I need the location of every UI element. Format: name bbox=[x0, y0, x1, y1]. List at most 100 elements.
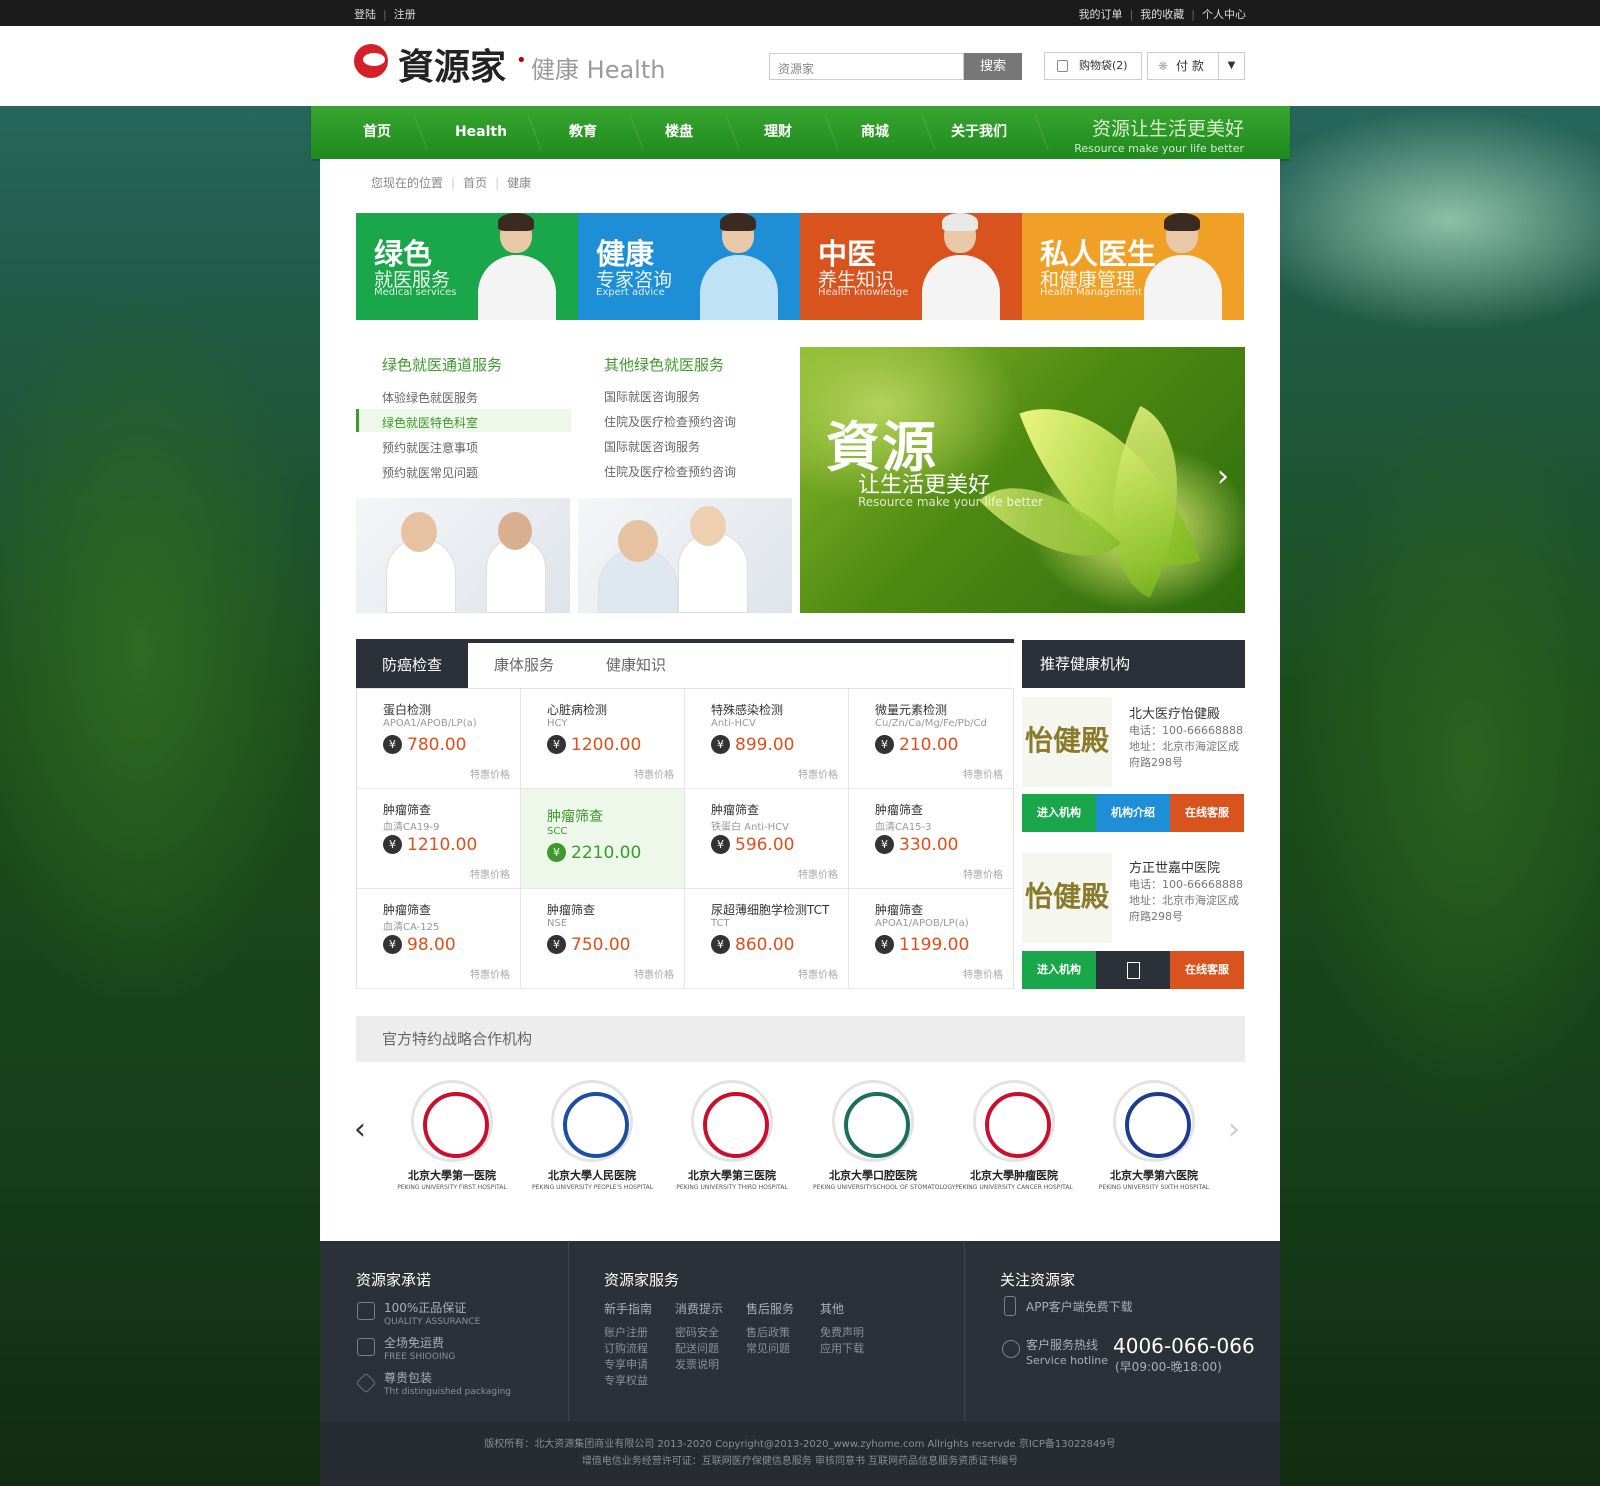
enter-institution-button[interactable]: 进入机构 bbox=[1022, 794, 1096, 832]
product-card[interactable]: 肿瘤筛查 血清CA-125 ¥98.00 特惠价格 bbox=[357, 889, 521, 989]
chevron-down-icon[interactable]: ▼ bbox=[1218, 53, 1244, 79]
enter-institution-button[interactable]: 进入机构 bbox=[1022, 951, 1096, 989]
hero-slider[interactable]: 資源 让生活更美好 Resource make your life better… bbox=[800, 347, 1245, 613]
service-col2-title: 其他绿色就医服务 bbox=[604, 356, 725, 374]
product-card[interactable]: 肿瘤筛查 铁蛋白 Anti-HCV ¥596.00 特惠价格 bbox=[685, 789, 849, 889]
banner-tcm[interactable]: 中医 养生知识 Health knowledge bbox=[800, 213, 1022, 320]
footer-service-head[interactable]: 售后服务 bbox=[746, 1300, 794, 1317]
product-name[interactable]: 尿超薄细胞学检测TCT bbox=[711, 901, 829, 918]
product-card[interactable]: 微量元素检测 Cu/Zn/Ca/Mg/Fe/Pb/Cd ¥210.00 特惠价格 bbox=[849, 689, 1013, 789]
service-link[interactable]: 国际就医咨询服务 bbox=[604, 388, 700, 405]
product-tabs: 防癌检查 康体服务 健康知识 bbox=[356, 639, 1014, 688]
institution-logo[interactable]: 怡健殿 bbox=[1022, 697, 1112, 787]
partner-hospital[interactable]: 北京大學第一医院 PEKING UNIVERSITY FIRST HOSPITAL bbox=[392, 1080, 512, 1191]
service-link[interactable]: 住院及医疗检查预约咨询 bbox=[604, 463, 736, 480]
login-link[interactable]: 登陆 bbox=[354, 8, 376, 21]
nav-item-mall[interactable]: 商城 bbox=[829, 106, 921, 159]
footer-service-head[interactable]: 其他 bbox=[820, 1300, 844, 1317]
service-link[interactable]: 国际就医咨询服务 bbox=[604, 438, 700, 455]
tab-health-knowledge[interactable]: 健康知识 bbox=[580, 643, 692, 688]
institution-logo[interactable]: 怡健殿 bbox=[1022, 853, 1112, 943]
product-name[interactable]: 肿瘤筛查 bbox=[383, 801, 431, 818]
nav-item-home[interactable]: 首页 bbox=[341, 106, 413, 159]
service-link[interactable]: 体验绿色就医服务 bbox=[382, 389, 478, 406]
my-orders-link[interactable]: 我的订单 bbox=[1079, 8, 1123, 21]
product-name[interactable]: 肿瘤筛查 bbox=[547, 901, 595, 918]
footer-link-group[interactable]: 密码安全 配送问题 发票说明 bbox=[675, 1325, 719, 1373]
search-button[interactable]: 搜索 bbox=[964, 53, 1022, 80]
online-service-button[interactable]: 在线客服 bbox=[1170, 951, 1244, 989]
pay-button[interactable]: ❋ 付 款 ▼ bbox=[1147, 52, 1245, 80]
banner-private-doctor[interactable]: 私人医生 和健康管理 Health Management bbox=[1022, 213, 1244, 320]
banner-health-expert[interactable]: 健康 专家咨询 Expert advice bbox=[578, 213, 800, 320]
product-name[interactable]: 肿瘤筛查 bbox=[547, 806, 603, 826]
my-favorites-link[interactable]: 我的收藏 bbox=[1140, 8, 1184, 21]
service-link[interactable]: 预约就医注意事项 bbox=[382, 439, 478, 456]
online-service-button[interactable]: 在线客服 bbox=[1170, 794, 1244, 832]
partner-hospital[interactable]: 北京大學肿瘤医院 PEKING UNIVERSITY CANCER HOSPITA… bbox=[954, 1080, 1074, 1191]
register-link[interactable]: 注册 bbox=[394, 8, 416, 21]
account-center-link[interactable]: 个人中心 bbox=[1202, 8, 1246, 21]
product-card[interactable]: 特殊感染检测 Anti-HCV ¥899.00 特惠价格 bbox=[685, 689, 849, 789]
next-arrow-icon[interactable]: › bbox=[1228, 1112, 1240, 1147]
nav-item-about[interactable]: 关于我们 bbox=[924, 106, 1034, 159]
product-price: ¥780.00 bbox=[383, 735, 466, 755]
prev-arrow-icon[interactable]: ‹ bbox=[354, 1112, 366, 1147]
product-name[interactable]: 肿瘤筛查 bbox=[875, 901, 923, 918]
hospital-seal-icon bbox=[832, 1080, 914, 1162]
product-price: ¥330.00 bbox=[875, 835, 958, 855]
banner-green-medical[interactable]: 绿色 就医服务 Medical services bbox=[356, 213, 578, 320]
product-name[interactable]: 肿瘤筛查 bbox=[875, 801, 923, 818]
dental-photo[interactable] bbox=[356, 498, 570, 613]
product-card[interactable]: 肿瘤筛查 血清CA19-9 ¥1210.00 特惠价格 bbox=[357, 789, 521, 889]
product-card[interactable]: 肿瘤筛查 NSE ¥750.00 特惠价格 bbox=[521, 889, 685, 989]
brand-logo[interactable]: 資源家 bbox=[398, 38, 506, 90]
footer-service-head[interactable]: 消费提示 bbox=[675, 1300, 723, 1317]
footer-link-group[interactable]: 售后政策 常见问题 bbox=[746, 1325, 790, 1357]
clinic-photo[interactable] bbox=[578, 498, 792, 613]
yuan-icon: ¥ bbox=[547, 843, 566, 862]
footer-link-group[interactable]: 免费声明 应用下载 bbox=[820, 1325, 864, 1357]
product-name[interactable]: 微量元素检测 bbox=[875, 701, 947, 718]
partner-hospital[interactable]: 北京大學第六医院 PEKING UNIVERSITY SIXTH HOSPITAL bbox=[1094, 1080, 1214, 1191]
product-card[interactable]: 肿瘤筛查 APOA1/APOB/LP(a) ¥1199.00 特惠价格 bbox=[849, 889, 1013, 989]
product-name[interactable]: 心脏病检测 bbox=[547, 701, 607, 718]
top-bar: 登陆 | 注册 我的订单 | 我的收藏 | 个人中心 bbox=[0, 0, 1600, 26]
partner-hospital[interactable]: 北京大學人民医院 PEKING UNIVERSITY PEOPLE'S HOSPI… bbox=[532, 1080, 653, 1191]
institution-intro-button[interactable] bbox=[1096, 951, 1170, 989]
product-card[interactable]: 心脏病检测 HCY ¥1200.00 特惠价格 bbox=[521, 689, 685, 789]
partner-hospital[interactable]: 北京大學第三医院 PEKING UNIVERSITY THIRD HOSPITAL bbox=[672, 1080, 792, 1191]
product-card[interactable]: 尿超薄细胞学检测TCT TCT ¥860.00 特惠价格 bbox=[685, 889, 849, 989]
promise-packaging: 尊贵包装 Tht distinguished packaging bbox=[384, 1371, 512, 1397]
product-card[interactable]: 蛋白检测 APOA1/APOB/LP(a) ¥780.00 特惠价格 bbox=[357, 689, 521, 789]
product-name[interactable]: 肿瘤筛查 bbox=[383, 901, 431, 918]
product-card[interactable]: 肿瘤筛查 血清CA15-3 ¥330.00 特惠价格 bbox=[849, 789, 1013, 889]
institution-intro-button[interactable]: 机构介绍 bbox=[1096, 794, 1170, 832]
product-name[interactable]: 蛋白检测 bbox=[383, 701, 431, 718]
next-arrow-icon[interactable]: › bbox=[1217, 459, 1229, 494]
breadcrumb-home[interactable]: 首页 bbox=[463, 176, 487, 190]
tab-fitness[interactable]: 康体服务 bbox=[468, 643, 580, 688]
nav-item-property[interactable]: 楼盘 bbox=[633, 106, 725, 159]
copyright: 版权所有：北大资源集团商业有限公司 2013-2020 Copyright@20… bbox=[320, 1421, 1280, 1486]
nav-item-education[interactable]: 教育 bbox=[537, 106, 629, 159]
product-name[interactable]: 肿瘤筛查 bbox=[711, 801, 759, 818]
service-link[interactable]: 绿色就医特色科室 bbox=[382, 414, 478, 431]
product-name[interactable]: 特殊感染检测 bbox=[711, 701, 783, 718]
app-download-link[interactable]: APP客户端免费下载 bbox=[1026, 1298, 1133, 1315]
product-card[interactable]: 肿瘤筛查 SCC ¥2210.00 bbox=[521, 789, 685, 889]
cart-button[interactable]: 购物袋(2) bbox=[1044, 52, 1142, 80]
service-link[interactable]: 预约就医常见问题 bbox=[382, 464, 478, 481]
service-link[interactable]: 住院及医疗检查预约咨询 bbox=[604, 413, 736, 430]
tab-cancer-screening[interactable]: 防癌检查 bbox=[356, 643, 468, 688]
partner-hospital[interactable]: 北京大學口腔医院 PEKING UNIVERSITYSCHOOL OF STOMA… bbox=[813, 1080, 955, 1191]
nav-item-health[interactable]: Health bbox=[435, 106, 527, 159]
footer-service-head[interactable]: 新手指南 bbox=[604, 1300, 652, 1317]
search-input[interactable]: 资源家 bbox=[769, 53, 964, 80]
discount-tag: 特惠价格 bbox=[963, 970, 1003, 981]
institution-name[interactable]: 方正世嘉中医院 bbox=[1129, 857, 1220, 876]
footer-link-group[interactable]: 账户注册 订购流程 专享申请 专享权益 bbox=[604, 1325, 648, 1389]
logo-icon[interactable] bbox=[354, 44, 388, 78]
institution-name[interactable]: 北大医疗怡健殿 bbox=[1129, 703, 1220, 722]
nav-item-finance[interactable]: 理财 bbox=[732, 106, 824, 159]
